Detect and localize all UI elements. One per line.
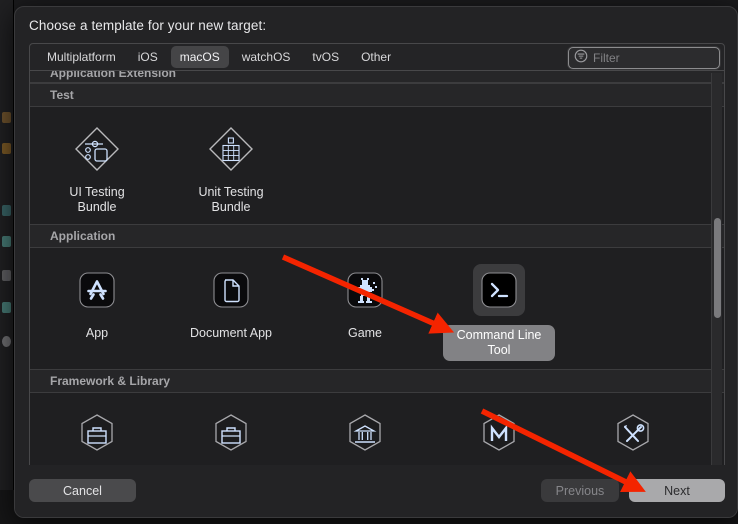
section-header-application: Application [30, 224, 724, 248]
tab-other[interactable]: Other [352, 46, 400, 68]
page-title: Choose a template for your new target: [29, 18, 267, 33]
template-ui-testing-bundle[interactable]: UI Testing Bundle [30, 123, 164, 216]
template-app[interactable]: App [30, 264, 164, 342]
template-metal-library[interactable] [432, 409, 566, 466]
template-unit-testing-bundle[interactable]: Unit Testing Bundle [164, 123, 298, 216]
navigator-file-icon [2, 270, 11, 281]
section-application-grid: App Document App Game Command Line Tool [30, 248, 724, 369]
filter-field[interactable]: Filter [568, 47, 720, 69]
platform-tab-bar: Multiplatform iOS macOS watchOS tvOS Oth… [29, 43, 725, 71]
scrollbar-track[interactable] [711, 73, 722, 465]
sheet-footer: Cancel Previous Next [15, 465, 737, 517]
section-test-grid: UI Testing Bundle Unit Testing Bundle [30, 107, 724, 224]
navigator-file-icon [2, 112, 11, 123]
next-button[interactable]: Next [629, 479, 725, 502]
template-framework[interactable] [30, 409, 164, 466]
template-label: Game [347, 326, 383, 340]
tab-multiplatform[interactable]: Multiplatform [38, 46, 125, 68]
tab-ios[interactable]: iOS [129, 46, 167, 68]
framework-briefcase-icon [71, 409, 123, 461]
metal-library-icon [473, 409, 525, 461]
ui-testing-bundle-icon [71, 123, 123, 175]
template-label: App [85, 326, 109, 340]
template-bundle[interactable] [298, 409, 432, 466]
document-icon [205, 264, 257, 316]
app-store-icon [71, 264, 123, 316]
navigator-file-icon [2, 236, 11, 247]
template-label: Unit Testing Bundle [198, 185, 264, 214]
game-sprite-icon [339, 264, 391, 316]
template-tools[interactable] [566, 409, 700, 466]
template-library[interactable] [164, 409, 298, 466]
tab-tvos[interactable]: tvOS [303, 46, 348, 68]
template-label: Command Line Tool [443, 325, 555, 361]
cancel-button[interactable]: Cancel [29, 479, 136, 502]
unit-testing-bundle-icon [205, 123, 257, 175]
scrollbar-thumb[interactable] [714, 218, 721, 318]
template-label: Document App [190, 326, 272, 340]
tools-icon [607, 409, 659, 461]
filter-placeholder: Filter [593, 51, 620, 65]
section-header-framework-library: Framework & Library [30, 369, 724, 393]
template-game[interactable]: Game [298, 264, 432, 342]
template-document-app[interactable]: Document App [164, 264, 298, 342]
tab-watchos[interactable]: watchOS [233, 46, 300, 68]
project-navigator-strip [0, 0, 14, 524]
bank-bundle-icon [339, 409, 391, 461]
template-command-line-tool[interactable]: Command Line Tool [432, 264, 566, 361]
navigator-file-icon [2, 302, 11, 313]
template-scroll-area[interactable]: Application Extension Test UI Testing Bu… [29, 71, 725, 467]
previous-button[interactable]: Previous [541, 479, 619, 502]
navigator-file-icon [2, 336, 11, 347]
section-header-test: Test [30, 83, 724, 107]
template-label: UI Testing Bundle [69, 185, 125, 214]
navigator-file-icon [2, 205, 11, 216]
filter-field-wrapper: Filter [568, 47, 720, 69]
section-framework-library-grid [30, 393, 724, 466]
terminal-prompt-icon [473, 264, 525, 316]
filter-icon [574, 49, 588, 68]
tab-macos[interactable]: macOS [170, 46, 229, 68]
navigator-file-icon [2, 143, 11, 154]
library-briefcase-icon [205, 409, 257, 461]
section-header-application-extension: Application Extension [30, 71, 724, 83]
new-target-template-sheet: Choose a template for your new target: M… [14, 6, 738, 518]
